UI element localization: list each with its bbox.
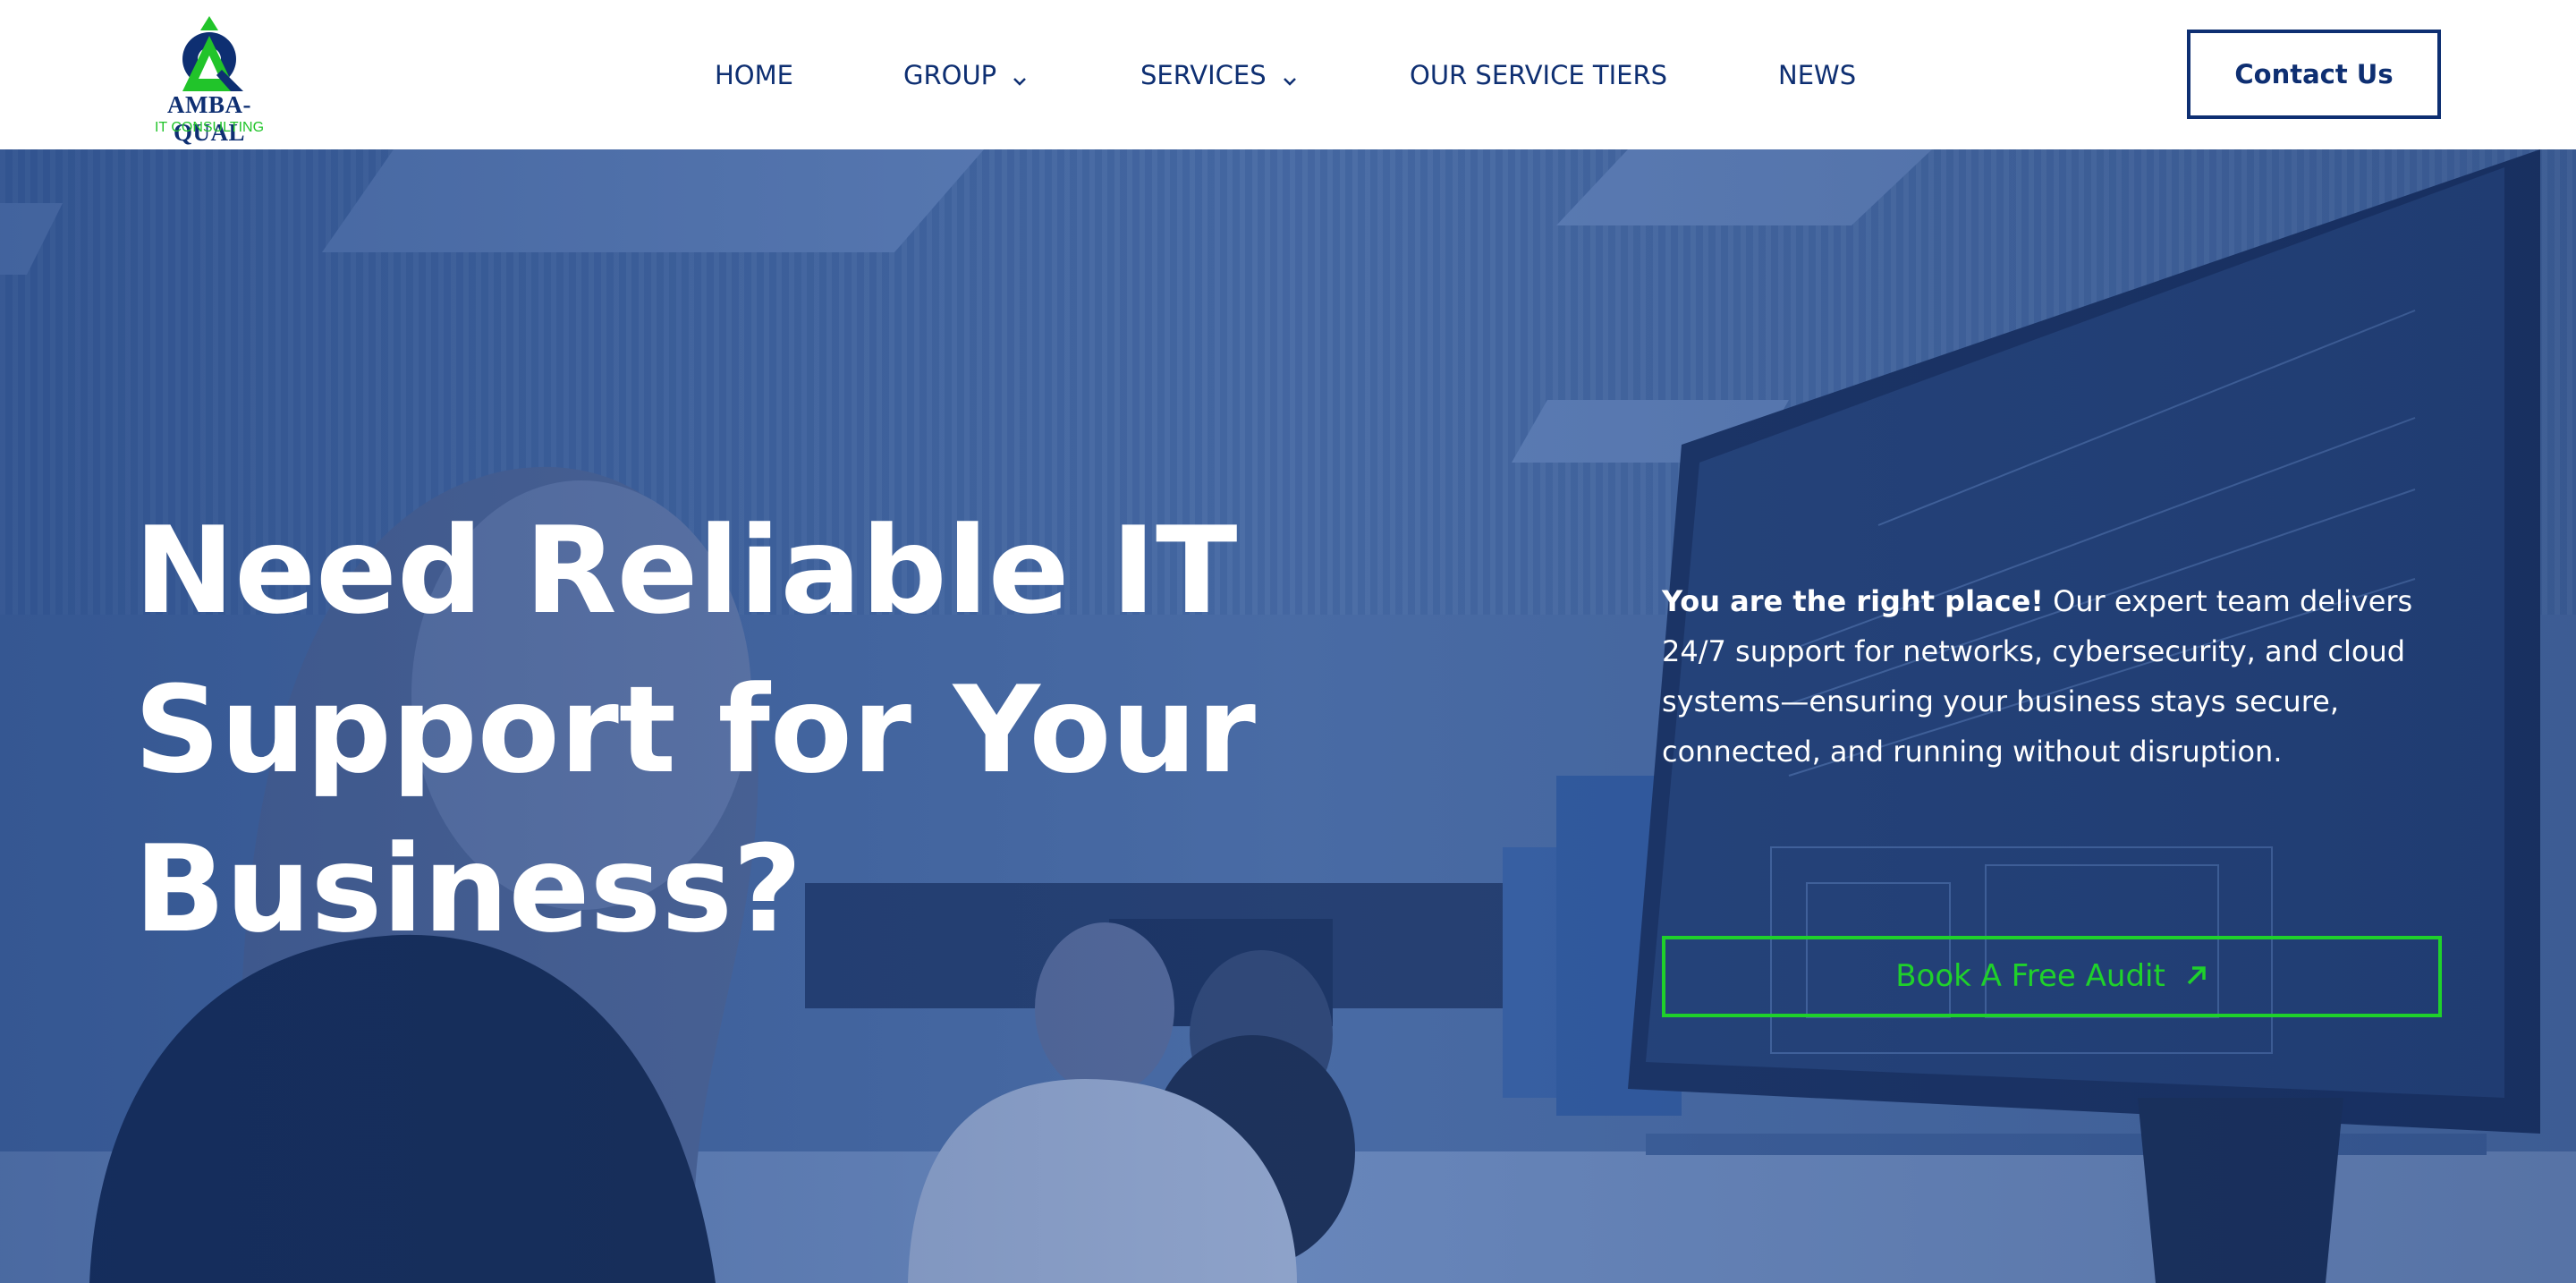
logo-tagline: IT CONSULTING <box>154 120 265 135</box>
chevron-down-icon[interactable] <box>1283 59 1297 95</box>
nav-group[interactable]: GROUP <box>903 57 1027 93</box>
book-free-audit-label: Book A Free Audit <box>1895 958 2165 994</box>
hero-headline-line: Need Reliable IT <box>134 501 1238 641</box>
nav-home-label: HOME <box>715 60 793 90</box>
hero-headline: Need Reliable IT Support for Your Busine… <box>134 491 1256 969</box>
hero-lead-bold: You are the right place! <box>1662 584 2044 618</box>
hero-headline-line: Business? <box>134 820 802 959</box>
hero-lead-text: You are the right place! Our expert team… <box>1662 576 2449 777</box>
nav-news-label: NEWS <box>1778 60 1857 90</box>
nav-home[interactable]: HOME <box>715 57 793 93</box>
logo[interactable]: AMBA-QUAL IT CONSULTING <box>134 14 284 146</box>
nav-services[interactable]: SERVICES <box>1140 57 1297 93</box>
nav-service-tiers[interactable]: OUR SERVICE TIERS <box>1410 57 1667 93</box>
chevron-down-icon[interactable] <box>1013 59 1027 95</box>
nav-group-label: GROUP <box>903 60 997 90</box>
hero-section: Need Reliable IT Support for Your Busine… <box>0 149 2576 1283</box>
site-header: AMBA-QUAL IT CONSULTING HOME GROUP SERVI… <box>0 0 2576 149</box>
nav-service-tiers-label: OUR SERVICE TIERS <box>1410 60 1668 90</box>
arrow-up-right-icon <box>2185 940 2208 1015</box>
book-free-audit-button[interactable]: Book A Free Audit <box>1662 936 2442 1017</box>
logo-mark-icon <box>182 16 243 91</box>
hero-headline-line: Support for Your <box>134 660 1256 800</box>
nav-services-label: SERVICES <box>1140 60 1267 90</box>
logo-name: AMBA-QUAL <box>167 91 251 146</box>
nav-news[interactable]: NEWS <box>1778 57 1856 93</box>
contact-us-button[interactable]: Contact Us <box>2187 30 2441 119</box>
